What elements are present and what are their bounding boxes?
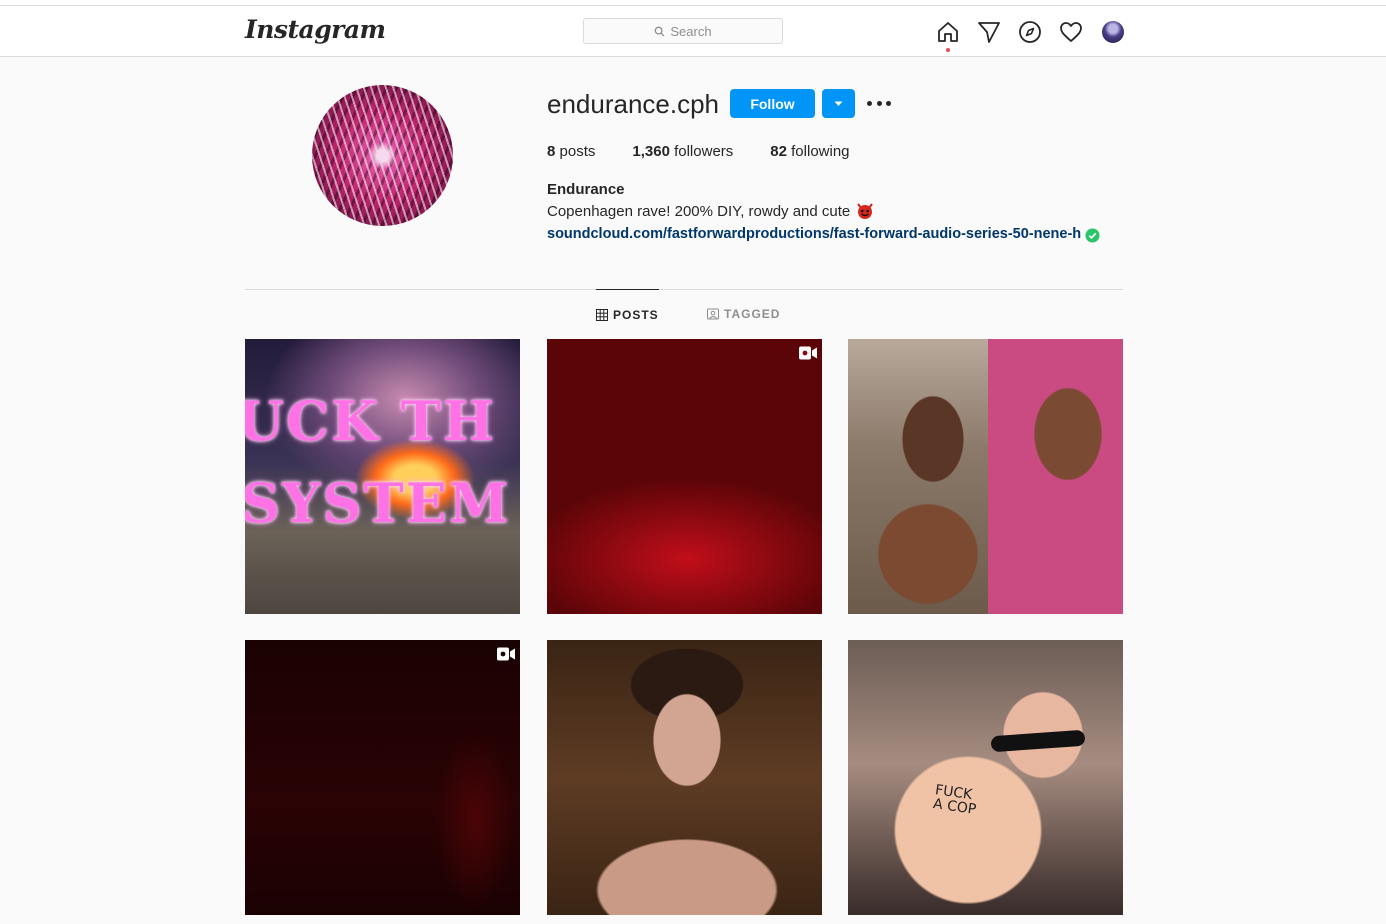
tab-posts[interactable]: POSTS: [596, 289, 659, 340]
link-text[interactable]: soundcloud.com/fastforwardproductions/fa…: [547, 226, 1081, 242]
post-overlay-text: FUCK A COP: [932, 782, 978, 818]
caret-down-icon: [834, 101, 843, 106]
profile-full-name: Endurance: [547, 181, 625, 198]
profile-bio: Copenhagen rave! 200% DIY, rowdy and cut…: [547, 202, 874, 220]
video-icon: [799, 346, 817, 360]
post-overlay-text: UCK TH: [245, 389, 497, 453]
tagged-icon: [707, 308, 719, 320]
suggested-dropdown-button[interactable]: [822, 89, 855, 118]
profile-website-link[interactable]: soundcloud.com/fastforwardproductions/fa…: [547, 224, 1100, 243]
explore-compass-icon[interactable]: [1018, 20, 1042, 44]
post-thumbnail[interactable]: [547, 339, 822, 614]
search-input[interactable]: Search: [583, 18, 783, 44]
profile-username: endurance.cph: [547, 89, 720, 119]
post-overlay-text: SYSTEM: [245, 471, 511, 535]
more-options-icon[interactable]: [867, 96, 891, 110]
video-icon: [497, 647, 515, 661]
sunglasses-shape: [990, 729, 1086, 753]
posts-count: 8 posts: [547, 143, 596, 160]
profile-avatar-small[interactable]: [1102, 21, 1124, 43]
post-thumbnail[interactable]: [848, 339, 1123, 614]
devil-face-icon: [857, 203, 874, 219]
direct-message-icon[interactable]: [977, 20, 1001, 44]
search-placeholder: Search: [670, 23, 712, 39]
profile-stats: 8 posts 1,360 followers 82 following: [547, 143, 887, 160]
profile-avatar[interactable]: [312, 85, 453, 226]
tab-tagged[interactable]: TAGGED: [707, 289, 780, 339]
tab-tagged-label: TAGGED: [724, 307, 781, 321]
verified-check-icon: [1085, 228, 1100, 243]
top-navbar: Instagram Search: [0, 6, 1386, 57]
post-thumbnail[interactable]: FUCK A COP: [848, 640, 1123, 915]
bio-text: Copenhagen rave! 200% DIY, rowdy and cut…: [547, 202, 851, 220]
follow-button[interactable]: Follow: [730, 89, 815, 118]
following-count[interactable]: 82 following: [770, 143, 849, 160]
activity-heart-icon[interactable]: [1059, 20, 1083, 44]
post-thumbnail[interactable]: [547, 640, 822, 915]
home-active-indicator: [946, 48, 950, 52]
profile-divider: [245, 289, 1123, 290]
post-thumbnail[interactable]: UCK TH SYSTEM: [245, 339, 520, 614]
home-icon[interactable]: [936, 20, 960, 44]
grid-icon: [596, 309, 608, 321]
post-thumbnail[interactable]: [245, 640, 520, 915]
instagram-logo[interactable]: Instagram: [245, 15, 386, 44]
followers-count[interactable]: 1,360 followers: [632, 143, 733, 160]
search-icon: [655, 26, 665, 36]
tab-posts-label: POSTS: [613, 308, 659, 322]
